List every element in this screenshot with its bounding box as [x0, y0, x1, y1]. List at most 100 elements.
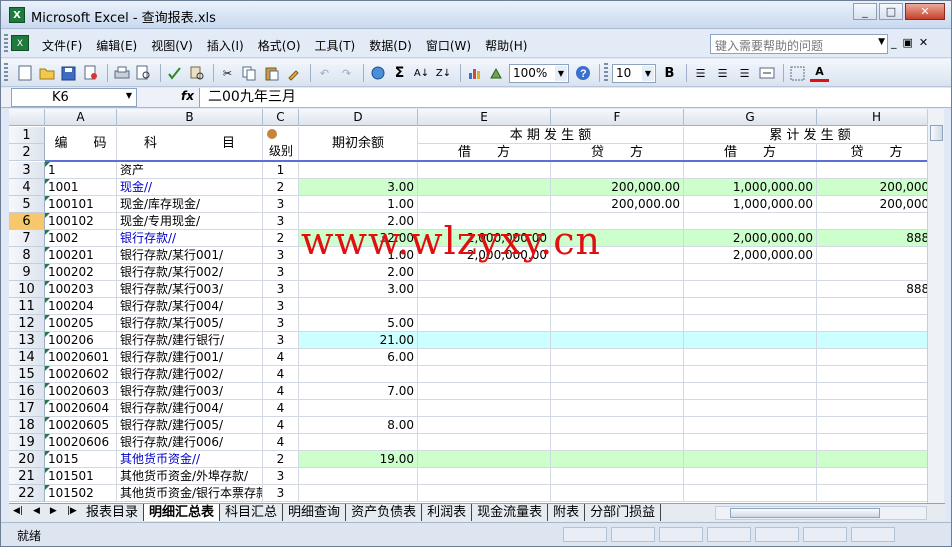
new-icon[interactable]	[15, 64, 34, 83]
cell-c[interactable]: 3	[263, 315, 299, 332]
align-left-icon[interactable]: ☰	[691, 64, 710, 83]
cell-a[interactable]: 10020605	[45, 417, 117, 434]
cell-f[interactable]	[551, 213, 684, 230]
row-header[interactable]: 18	[9, 417, 45, 434]
cell-e[interactable]	[418, 332, 551, 349]
menu-item[interactable]: 文件(F)	[35, 35, 89, 56]
cell-f[interactable]	[551, 434, 684, 451]
cell-b[interactable]: 银行存款/建行004/	[117, 400, 263, 417]
cell-d[interactable]: 1.00	[299, 196, 418, 213]
cell-a[interactable]: 101501	[45, 468, 117, 485]
cell-g[interactable]: 2,000,000.00	[684, 247, 817, 264]
cell-a[interactable]: 100203	[45, 281, 117, 298]
cell-e[interactable]	[418, 281, 551, 298]
cell-h[interactable]	[817, 417, 927, 434]
cell-f[interactable]	[551, 417, 684, 434]
cell-g[interactable]	[684, 213, 817, 230]
sheet-tab[interactable]: 科目汇总	[220, 504, 284, 521]
cell-f[interactable]	[551, 264, 684, 281]
sheet-tab[interactable]: 分部门损益	[585, 504, 662, 521]
cell-h[interactable]	[817, 468, 927, 485]
cell-e[interactable]	[418, 451, 551, 468]
cell-c[interactable]: 4	[263, 434, 299, 451]
formula-input[interactable]: 二00九年三月	[199, 88, 951, 107]
cell-b[interactable]: 银行存款/建行006/	[117, 434, 263, 451]
cell-a[interactable]: 1001	[45, 179, 117, 196]
cell-e[interactable]	[418, 196, 551, 213]
cell-c[interactable]: 3	[263, 247, 299, 264]
menu-item[interactable]: 帮助(H)	[478, 35, 534, 56]
excel-app-icon[interactable]: X	[9, 7, 25, 23]
cell-h[interactable]	[817, 162, 927, 179]
cell-g[interactable]	[684, 162, 817, 179]
cell-f[interactable]: 200,000.00	[551, 179, 684, 196]
cell-d[interactable]: 21.00	[299, 332, 418, 349]
cell-b[interactable]: 资产	[117, 162, 263, 179]
cell-h[interactable]	[817, 315, 927, 332]
cell-g[interactable]	[684, 451, 817, 468]
cell-h[interactable]	[817, 332, 927, 349]
cell-a[interactable]: 100206	[45, 332, 117, 349]
horizontal-scrollbar[interactable]	[715, 506, 927, 520]
cell-g[interactable]	[684, 298, 817, 315]
cell-b[interactable]: 其他货币资金/银行本票存款/	[117, 485, 263, 502]
cell-d[interactable]	[299, 434, 418, 451]
menu-item[interactable]: 格式(O)	[251, 35, 308, 56]
cell-e[interactable]	[418, 349, 551, 366]
cell-f[interactable]	[551, 485, 684, 502]
sheet-tab[interactable]: 报表目录	[81, 504, 145, 521]
cell-c[interactable]: 3	[263, 485, 299, 502]
row-header[interactable]: 8	[9, 247, 45, 264]
cell-c[interactable]: 3	[263, 332, 299, 349]
save-icon[interactable]	[59, 64, 78, 83]
cell-c[interactable]: 4	[263, 417, 299, 434]
menubar-grip[interactable]	[4, 34, 8, 54]
cell-d[interactable]: 8.00	[299, 417, 418, 434]
cell-g[interactable]: 1,000,000.00	[684, 179, 817, 196]
row-header[interactable]: 9	[9, 264, 45, 281]
cell-f[interactable]	[551, 332, 684, 349]
cell-c[interactable]: 3	[263, 298, 299, 315]
cell-g[interactable]	[684, 332, 817, 349]
menu-item[interactable]: 插入(I)	[200, 35, 251, 56]
cell-a[interactable]: 100102	[45, 213, 117, 230]
cell-a[interactable]: 100205	[45, 315, 117, 332]
doc-close-icon[interactable]: ✕	[919, 36, 928, 49]
row-header[interactable]: 20	[9, 451, 45, 468]
cell-d[interactable]: 5.00	[299, 315, 418, 332]
row-header[interactable]: 14	[9, 349, 45, 366]
cell-f[interactable]: 200,000.00	[551, 196, 684, 213]
row-header[interactable]: 17	[9, 400, 45, 417]
first-sheet-icon[interactable]: ◀|	[13, 506, 23, 516]
cell-f[interactable]	[551, 468, 684, 485]
row-header[interactable]: 13	[9, 332, 45, 349]
cell-g[interactable]	[684, 366, 817, 383]
cell-e[interactable]	[418, 383, 551, 400]
cell-d[interactable]: 7.00	[299, 383, 418, 400]
cell-e[interactable]	[418, 400, 551, 417]
toolbar-grip[interactable]	[4, 63, 8, 83]
cell-b[interactable]: 银行存款/建行001/	[117, 349, 263, 366]
cell-e[interactable]	[418, 298, 551, 315]
cell-c[interactable]: 4	[263, 400, 299, 417]
cell-g[interactable]	[684, 400, 817, 417]
cell-c[interactable]: 2	[263, 179, 299, 196]
row-header[interactable]: 16	[9, 383, 45, 400]
align-right-icon[interactable]: ☰	[735, 64, 754, 83]
doc-restore-icon[interactable]: ▣	[903, 36, 913, 49]
last-sheet-icon[interactable]: |▶	[67, 506, 77, 516]
select-all-corner[interactable]	[9, 109, 45, 126]
print-preview-icon[interactable]	[134, 64, 153, 83]
cell-h[interactable]	[817, 298, 927, 315]
cell-d[interactable]	[299, 400, 418, 417]
cell-c[interactable]: 4	[263, 349, 299, 366]
name-box-dropdown-icon[interactable]: ▼	[126, 91, 132, 100]
row-header[interactable]: 1	[9, 127, 45, 144]
menu-item[interactable]: 数据(D)	[362, 35, 419, 56]
cell-a[interactable]: 101502	[45, 485, 117, 502]
row-header[interactable]: 19	[9, 434, 45, 451]
cell-f[interactable]	[551, 383, 684, 400]
name-box[interactable]: K6 ▼	[11, 88, 137, 107]
redo-icon[interactable]: ↷	[337, 64, 356, 83]
cell-b[interactable]: 现金/专用现金/	[117, 213, 263, 230]
